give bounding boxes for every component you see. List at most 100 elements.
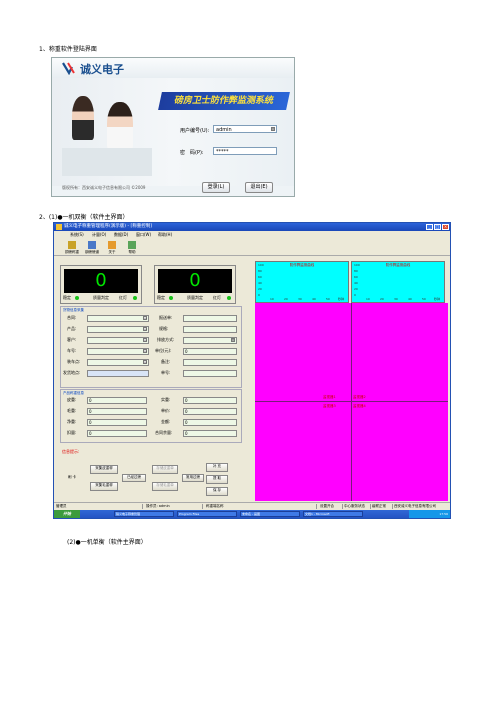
scale-2-stable-label: 稳定: [157, 295, 165, 300]
plate-input[interactable]: [87, 348, 149, 355]
collect-tare-button[interactable]: 采集皮重秤: [90, 465, 118, 474]
product-label: 产品:: [67, 326, 77, 331]
info-icon: [108, 241, 116, 249]
chart-2-ytick: 40: [354, 281, 358, 285]
os-taskbar: 开始 磅义电子称重管理 Program Files 未命名 - 画图 文档1 -…: [54, 510, 450, 518]
ship-to-input[interactable]: [87, 370, 149, 377]
status-operator: 操作员: admin: [146, 504, 203, 509]
menu-data[interactable]: 数据(D): [114, 232, 128, 238]
password-input[interactable]: *****: [213, 147, 277, 155]
status-station: 称重端名称: [206, 504, 317, 509]
scale-1-display: 0: [64, 269, 138, 293]
scale-1-panel: 0 稳定 质量判定 红灯: [60, 265, 142, 304]
customer-input[interactable]: [87, 337, 149, 344]
report-input[interactable]: [183, 315, 237, 322]
deduct-value[interactable]: 0: [87, 430, 147, 437]
actual-label: 实重:: [161, 397, 171, 402]
task-paint[interactable]: 未命名 - 画图: [240, 511, 300, 517]
discharge-select[interactable]: [183, 337, 237, 344]
contract-browse-icon[interactable]: …: [143, 316, 147, 320]
tare-value[interactable]: 0: [87, 397, 147, 404]
chart-1-ytick: 40: [258, 281, 262, 285]
chart-1-xtick: 40: [312, 297, 316, 301]
chart-1-xtick: 20: [284, 297, 288, 301]
truck-icon: [68, 241, 76, 249]
save-gross-button[interactable]: 存储毛重单: [152, 482, 178, 491]
chart-2-ytick: 80: [354, 269, 358, 273]
plate-browse-icon[interactable]: …: [143, 349, 147, 353]
supplement-button[interactable]: 补 充: [206, 463, 228, 472]
minimize-icon[interactable]: _: [426, 224, 433, 230]
save-tare-button[interactable]: 存储皮重单: [152, 465, 178, 474]
scale-1-weigh-label: 质量判定: [93, 295, 109, 300]
chart-1-ytick: 80: [258, 269, 262, 273]
status-role: 管理员: [56, 504, 143, 509]
actual-value[interactable]: 0: [183, 397, 237, 404]
monitor-label-4: 监视器4: [353, 404, 366, 408]
brand-logo-icon: [62, 62, 75, 75]
scale-2-panel: 0 稳定 质量判定 红灯: [154, 265, 236, 304]
task-word[interactable]: 文档1 - Microsoft: [303, 511, 363, 517]
scale-2-red-light: [227, 296, 231, 300]
task-weighing-app[interactable]: 磅义电子称重管理: [114, 511, 174, 517]
chevron-down-icon[interactable]: ▾: [271, 127, 275, 131]
agent-photo-2: [107, 102, 133, 150]
chart-1-ytick: 0: [258, 293, 260, 297]
section-heading-login: 1、称重软件登陆界面: [39, 46, 97, 53]
database-icon: [88, 241, 96, 249]
chart-2-xlabel: 秒钟: [434, 297, 441, 301]
menu-window[interactable]: 窗口(W): [136, 232, 151, 238]
contract-label: 合同:: [67, 315, 77, 320]
amount-value[interactable]: 0: [183, 419, 237, 426]
close-icon[interactable]: ×: [442, 224, 449, 230]
chart-1-xlabel: 秒钟: [338, 297, 345, 301]
scale-1-red-light: [133, 296, 137, 300]
login-button[interactable]: 登录(L): [202, 182, 230, 193]
tool-about[interactable]: 关于: [104, 241, 120, 255]
contract-remaining-value[interactable]: 0: [183, 430, 237, 437]
ticket-input[interactable]: [183, 370, 237, 377]
chevron-down-icon[interactable]: ▾: [231, 338, 235, 342]
maximize-icon[interactable]: □: [434, 224, 441, 230]
collect-gross-button[interactable]: 采集毛重秤: [90, 482, 118, 491]
contract-input[interactable]: [87, 315, 149, 322]
remark-input[interactable]: [183, 359, 237, 366]
weight-info-title: 产品称重信息: [63, 391, 84, 395]
product-input[interactable]: [87, 326, 149, 333]
exit-button[interactable]: 退出(E): [245, 182, 273, 193]
desk: [62, 148, 152, 176]
swipe-card-button[interactable]: 刷 卡: [64, 475, 80, 483]
app-icon: [56, 224, 62, 230]
menu-weigh[interactable]: 计量(O): [92, 232, 106, 238]
spec-input[interactable]: [183, 326, 237, 333]
user-select[interactable]: admin: [213, 125, 277, 133]
gross-value[interactable]: 0: [87, 408, 147, 415]
chart-2-xtick: 50: [422, 297, 426, 301]
weighed-button[interactable]: 已经过磅: [122, 474, 146, 482]
task-program-files[interactable]: Program Files: [177, 511, 237, 517]
tool-lane[interactable]: 钢磅磅道: [84, 241, 100, 255]
save-button[interactable]: 保 存: [206, 487, 228, 496]
user-label: 用户编号(U):: [180, 128, 210, 134]
monitor-chart-1: 防作弊监测曲线 100 80 60 40 20 0 10 20 30 40 50…: [255, 261, 349, 303]
weight-info-group: 产品称重信息 皮重: 0 毛重: 0 净重: 0 扣量: 0 实重: 0 单价:…: [60, 389, 242, 443]
customer-browse-icon[interactable]: …: [143, 338, 147, 342]
tool-weigh[interactable]: 铜磅称重: [64, 241, 80, 255]
monitor-divider-v: [351, 303, 352, 501]
status-company: 西安诚义电子信息有限公司: [394, 504, 436, 508]
loading-point-input[interactable]: [87, 359, 149, 366]
product-browse-icon[interactable]: …: [143, 327, 147, 331]
net-value[interactable]: 0: [87, 419, 147, 426]
loading-point-browse-icon[interactable]: …: [143, 360, 147, 364]
chart-2-ytick: 60: [354, 275, 358, 279]
menu-system[interactable]: 系统(S): [70, 232, 84, 238]
chart-1-ytick: 20: [258, 287, 262, 291]
start-button[interactable]: 开始: [54, 510, 80, 518]
tool-help[interactable]: 帮助: [124, 241, 140, 255]
regular-weigh-button[interactable]: 常用过磅: [182, 474, 204, 482]
unit-price-input[interactable]: 0: [183, 348, 237, 355]
brand-name: 诚义电子: [80, 63, 124, 76]
menu-help[interactable]: 帮助(H): [158, 232, 172, 238]
price-value[interactable]: 0: [183, 408, 237, 415]
extract-button[interactable]: 提 取: [206, 475, 228, 484]
